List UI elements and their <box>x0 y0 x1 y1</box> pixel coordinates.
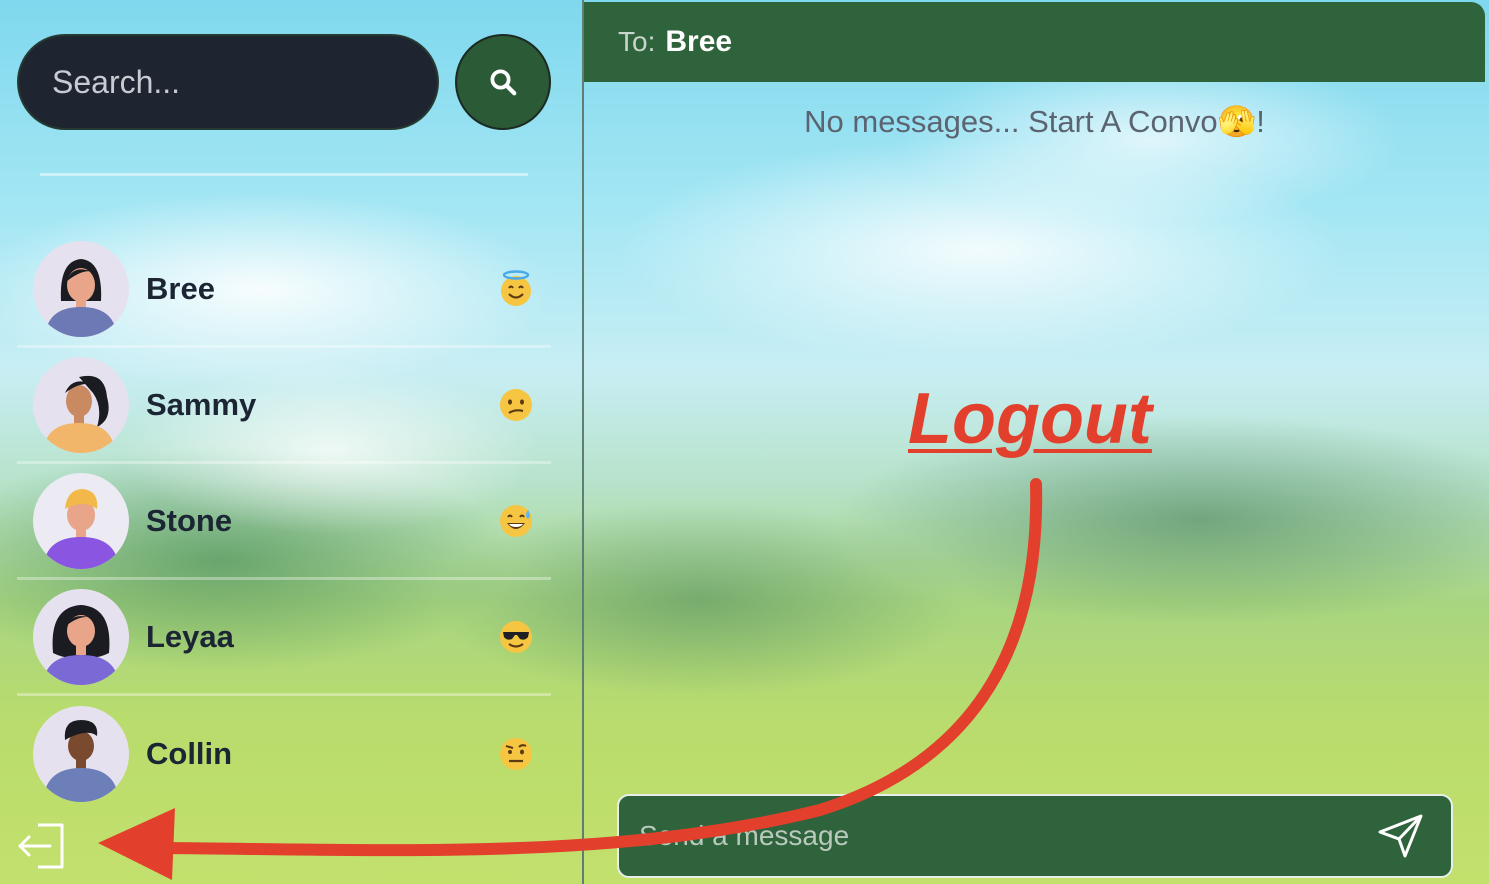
contact-item-bree[interactable]: Bree <box>17 232 551 348</box>
contact-name: Collin <box>146 736 233 771</box>
contact-item-collin[interactable]: Collin <box>17 696 551 812</box>
avatar <box>33 472 129 569</box>
contact-name: Sammy <box>146 386 257 422</box>
send-icon <box>1378 814 1423 858</box>
search-icon <box>490 69 517 96</box>
message-bar <box>617 794 1453 878</box>
avatar <box>33 240 129 337</box>
empty-conversation-message: No messages... Start A Convo🫣! <box>804 104 1265 139</box>
chat-header: To: Bree <box>584 2 1485 82</box>
recipient-name: Bree <box>665 25 733 58</box>
contact-item-sammy[interactable]: Sammy <box>17 348 551 464</box>
logout-icon[interactable] <box>16 820 68 872</box>
sidebar: Bree Sammy <box>0 0 584 884</box>
message-input[interactable] <box>619 796 1371 876</box>
sunglasses-face-emoji-icon <box>500 620 532 653</box>
search-button[interactable] <box>455 34 551 130</box>
avatar <box>33 706 129 802</box>
send-button[interactable] <box>1371 806 1431 866</box>
avatar <box>33 588 129 685</box>
to-label: To: <box>618 26 656 57</box>
contact-name: Bree <box>146 270 215 306</box>
raised-eyebrow-emoji-icon <box>500 738 532 770</box>
contact-list: Bree Sammy Stone Leyaa Collin <box>17 232 551 812</box>
halo-smile-emoji-icon <box>501 269 531 306</box>
avatar <box>33 356 129 453</box>
sweat-smile-emoji-icon <box>500 504 532 537</box>
annotation-label: Logout <box>908 379 1152 459</box>
contact-item-leyaa[interactable]: Leyaa <box>17 580 551 696</box>
contact-name: Leyaa <box>146 618 234 654</box>
search-input[interactable] <box>17 34 439 130</box>
contact-item-stone[interactable]: Stone <box>17 464 551 580</box>
contact-name: Stone <box>146 502 233 538</box>
sidebar-divider <box>40 173 528 176</box>
confused-face-emoji-icon <box>500 388 532 421</box>
